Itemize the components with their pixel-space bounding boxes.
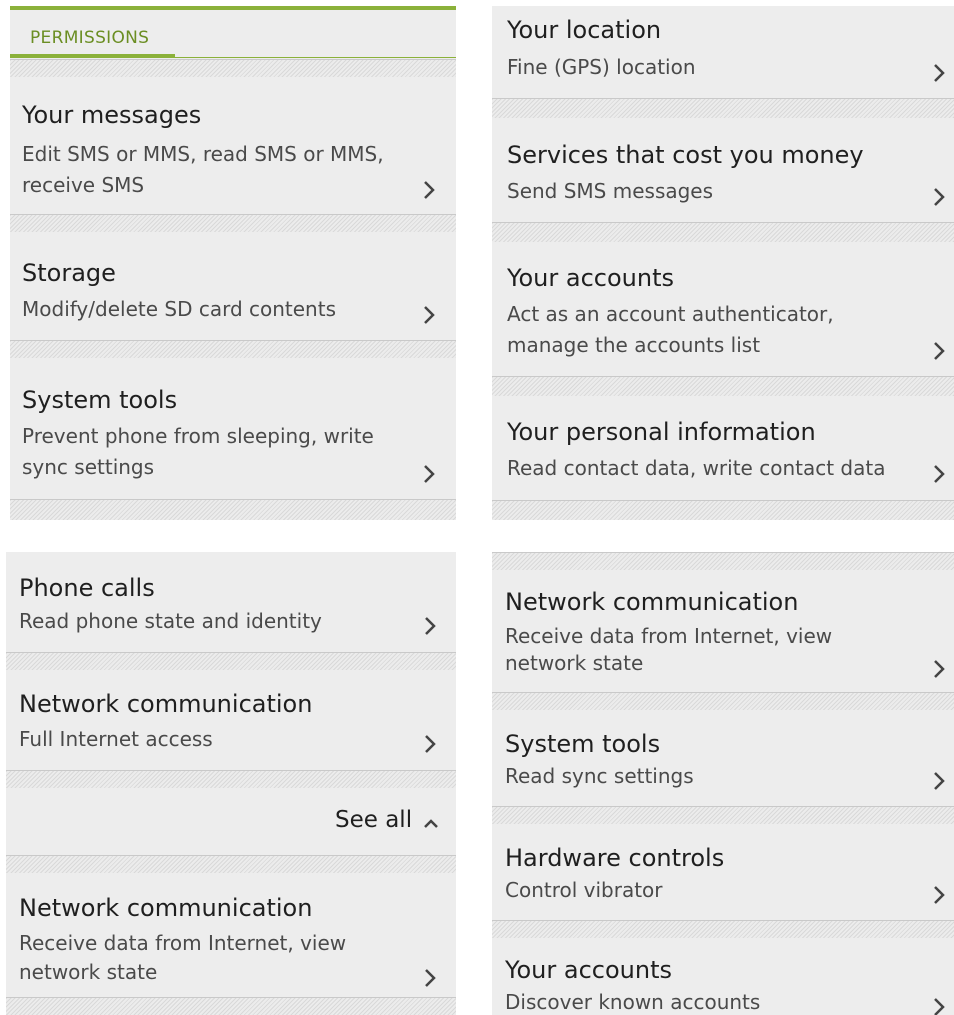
permissions-panel-3: Phone calls Read phone state and identit…: [6, 552, 456, 1015]
chevron-right-icon[interactable]: [932, 770, 950, 792]
permission-desc-line: network state: [19, 960, 158, 984]
chevron-right-icon[interactable]: [422, 463, 440, 485]
chevron-right-icon[interactable]: [932, 884, 950, 906]
permission-item[interactable]: Network communication Receive data from …: [492, 570, 954, 692]
permission-item[interactable]: Your location Fine (GPS) location: [492, 6, 954, 98]
permission-title: Hardware controls: [505, 844, 725, 872]
permission-desc-line: Send SMS messages: [507, 179, 714, 203]
chevron-right-icon[interactable]: [423, 967, 441, 989]
permission-desc-line: Modify/delete SD card contents: [22, 297, 336, 321]
divider: [492, 692, 954, 711]
divider: [10, 499, 456, 520]
permission-title: Network communication: [19, 690, 313, 718]
permission-item[interactable]: Storage Modify/delete SD card contents: [10, 232, 456, 340]
permission-item[interactable]: Network communication Full Internet acce…: [6, 670, 456, 770]
divider: [10, 340, 456, 359]
permission-item[interactable]: Phone calls Read phone state and identit…: [6, 552, 456, 652]
permission-item[interactable]: Your personal information Read contact d…: [492, 396, 954, 500]
divider: [492, 98, 954, 119]
permission-title: Network communication: [505, 588, 799, 616]
permission-desc-line: Control vibrator: [505, 878, 663, 902]
permission-desc-line: receive SMS: [22, 173, 145, 197]
chevron-right-icon[interactable]: [932, 186, 950, 208]
divider: [492, 222, 954, 243]
permission-desc-line: Read contact data, write contact data: [507, 456, 886, 480]
permission-title: Storage: [22, 259, 116, 287]
chevron-right-icon[interactable]: [932, 340, 950, 362]
permission-desc-line: network state: [505, 651, 644, 675]
permission-title: Your accounts: [507, 264, 674, 292]
divider: [10, 59, 456, 78]
chevron-right-icon[interactable]: [422, 179, 440, 201]
permission-item[interactable]: Your messages Edit SMS or MMS, read SMS …: [10, 77, 456, 214]
divider: [6, 855, 456, 874]
permission-title: Network communication: [19, 894, 313, 922]
permission-desc-line: Read sync settings: [505, 764, 694, 788]
tab-top-line: [10, 6, 456, 10]
permission-item[interactable]: System tools Read sync settings: [492, 710, 954, 806]
permission-title: System tools: [22, 386, 178, 414]
permission-title: Your messages: [22, 101, 202, 129]
permission-item[interactable]: Network communication Receive data from …: [6, 873, 456, 997]
divider: [6, 770, 456, 789]
permission-item[interactable]: System tools Prevent phone from sleeping…: [10, 358, 456, 499]
permission-title: Your accounts: [505, 956, 672, 984]
chevron-up-icon: [422, 815, 440, 834]
permission-desc-line: sync settings: [22, 455, 155, 479]
divider: [492, 376, 954, 397]
permission-item[interactable]: Your accounts Discover known accounts: [492, 938, 954, 1015]
permission-item[interactable]: Hardware controls Control vibrator: [492, 824, 954, 920]
permission-item[interactable]: Your accounts Act as an account authenti…: [492, 242, 954, 376]
permissions-panel-1: PERMISSIONS Your messages Edit SMS or MM…: [10, 6, 456, 520]
divider: [6, 997, 456, 1015]
chevron-right-icon[interactable]: [423, 733, 441, 755]
divider: [492, 920, 954, 939]
divider: [10, 214, 456, 233]
permission-title: Phone calls: [19, 574, 155, 602]
permission-desc-line: Full Internet access: [19, 727, 213, 751]
permission-desc-line: Discover known accounts: [505, 990, 761, 1014]
permission-title: Your personal information: [507, 418, 816, 446]
permission-desc-line: Receive data from Internet, view: [19, 931, 347, 955]
chevron-right-icon[interactable]: [932, 463, 950, 485]
permission-desc-line: Read phone state and identity: [19, 609, 322, 633]
permission-item[interactable]: Services that cost you money Send SMS me…: [492, 118, 954, 222]
divider: [492, 806, 954, 825]
permission-desc-line: Act as an account authenticator,: [507, 302, 834, 326]
tab-underline: [10, 57, 456, 58]
chevron-right-icon[interactable]: [932, 658, 950, 680]
permissions-panel-4: Network communication Receive data from …: [492, 552, 954, 1015]
permission-desc-line: Fine (GPS) location: [507, 55, 696, 79]
divider: [492, 552, 954, 571]
chevron-right-icon[interactable]: [422, 304, 440, 326]
divider: [6, 652, 456, 671]
chevron-right-icon[interactable]: [932, 62, 950, 84]
permission-desc-line: manage the accounts list: [507, 333, 761, 357]
tab-permissions[interactable]: PERMISSIONS: [30, 28, 149, 48]
chevron-right-icon[interactable]: [932, 996, 950, 1015]
chevron-right-icon[interactable]: [423, 615, 441, 637]
see-all-button[interactable]: See all: [6, 788, 456, 855]
permissions-panel-2: Your location Fine (GPS) location Servic…: [492, 6, 954, 520]
permission-desc-line: Edit SMS or MMS, read SMS or MMS,: [22, 142, 384, 166]
permission-title: System tools: [505, 730, 661, 758]
permission-title: Services that cost you money: [507, 141, 864, 169]
permission-title: Your location: [507, 16, 662, 44]
see-all-label: See all: [335, 807, 413, 833]
divider: [492, 500, 954, 520]
permission-desc-line: Prevent phone from sleeping, write: [22, 424, 374, 448]
